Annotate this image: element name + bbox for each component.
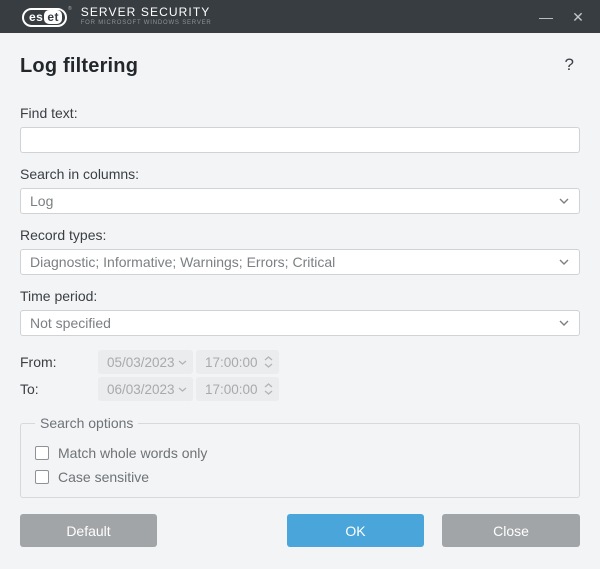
ok-button[interactable]: OK (287, 514, 424, 547)
case-sensitive-label: Case sensitive (58, 469, 149, 485)
close-icon[interactable]: ✕ (570, 10, 586, 24)
spinner-up-down-icon (263, 355, 274, 369)
dialog-content: Log filtering ? Find text: Search in col… (0, 33, 600, 498)
match-whole-words-checkbox[interactable] (35, 446, 49, 460)
search-in-columns-label: Search in columns: (20, 165, 580, 183)
dialog-button-row: Default OK Close (20, 514, 580, 547)
to-row: To: 06/03/2023 17:00:00 (20, 377, 580, 401)
page-title: Log filtering (20, 55, 138, 78)
record-types-label: Record types: (20, 226, 580, 244)
eset-logo: es et ® (22, 7, 72, 27)
find-text-label: Find text: (20, 104, 580, 122)
time-period-dropdown[interactable]: Not specified (20, 310, 580, 336)
to-label: To: (20, 381, 98, 397)
titlebar: es et ® SERVER SECURITY FOR MICROSOFT WI… (0, 0, 600, 33)
from-date-value: 05/03/2023 (107, 355, 175, 370)
chevron-down-icon (558, 197, 570, 205)
time-period-label: Time period: (20, 287, 580, 305)
search-in-columns-value: Log (30, 193, 558, 209)
from-date-picker[interactable]: 05/03/2023 (98, 350, 193, 374)
default-button[interactable]: Default (20, 514, 157, 547)
registered-trademark-icon: ® (68, 6, 72, 12)
record-types-value: Diagnostic; Informative; Warnings; Error… (30, 254, 558, 270)
eset-logo-text-left: es (29, 10, 43, 24)
from-time-value: 17:00:00 (205, 355, 261, 370)
to-date-value: 06/03/2023 (107, 382, 175, 397)
to-time-value: 17:00:00 (205, 382, 261, 397)
time-period-value: Not specified (30, 315, 558, 331)
product-title-block: SERVER SECURITY FOR MICROSOFT WINDOWS SE… (81, 6, 212, 27)
help-icon[interactable]: ? (565, 55, 580, 75)
eset-logo-badge: es et (22, 8, 67, 27)
match-whole-words-label: Match whole words only (58, 445, 207, 461)
search-options-group: Search options Match whole words only Ca… (20, 415, 580, 498)
search-options-legend: Search options (35, 415, 138, 431)
chevron-down-icon (558, 319, 570, 327)
product-name: SERVER SECURITY (81, 6, 212, 19)
case-sensitive-row[interactable]: Case sensitive (31, 469, 569, 485)
case-sensitive-checkbox[interactable] (35, 470, 49, 484)
match-whole-words-row[interactable]: Match whole words only (31, 445, 569, 461)
from-row: From: 05/03/2023 17:00:00 (20, 350, 580, 374)
search-in-columns-dropdown[interactable]: Log (20, 188, 580, 214)
find-text-input[interactable] (20, 127, 580, 153)
product-subtitle: FOR MICROSOFT WINDOWS SERVER (81, 19, 212, 27)
from-label: From: (20, 354, 98, 370)
chevron-down-icon (177, 359, 188, 366)
chevron-down-icon (558, 258, 570, 266)
chevron-down-icon (177, 386, 188, 393)
close-button[interactable]: Close (442, 514, 580, 547)
to-time-spinner[interactable]: 17:00:00 (196, 377, 279, 401)
eset-logo-text-right: et (44, 10, 62, 24)
from-time-spinner[interactable]: 17:00:00 (196, 350, 279, 374)
spinner-up-down-icon (263, 382, 274, 396)
record-types-dropdown[interactable]: Diagnostic; Informative; Warnings; Error… (20, 249, 580, 275)
to-date-picker[interactable]: 06/03/2023 (98, 377, 193, 401)
minimize-icon[interactable]: — (538, 10, 554, 24)
